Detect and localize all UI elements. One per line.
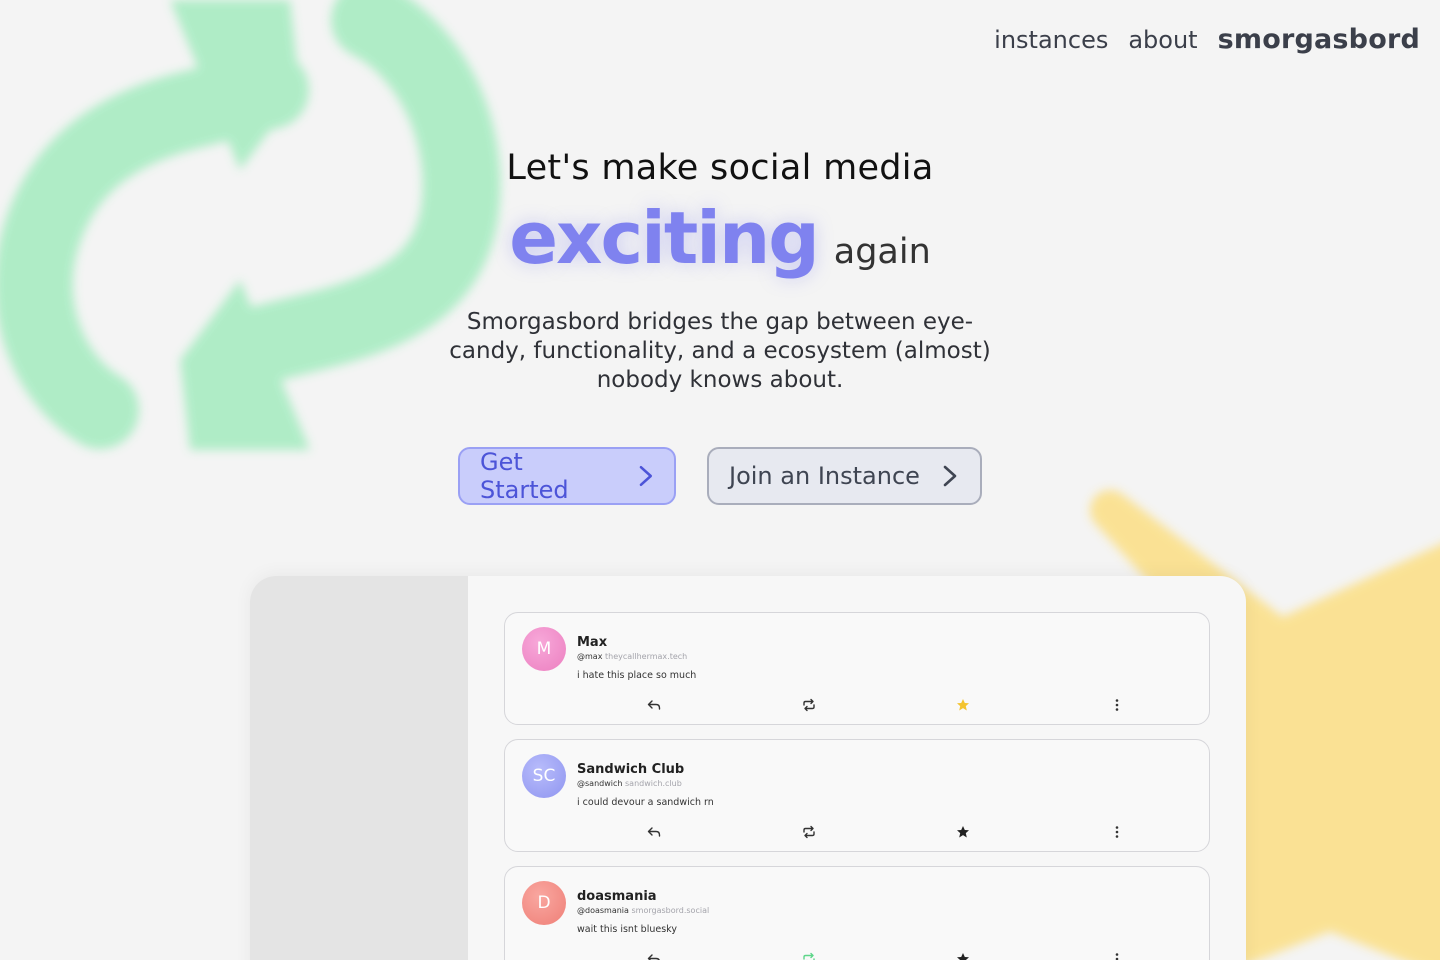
- favorite-star-icon[interactable]: [953, 695, 973, 715]
- handle: @doasmania: [577, 906, 629, 915]
- handle: @max: [577, 652, 603, 661]
- handle-domain: theycallhermax.tech: [604, 652, 688, 661]
- post-author-handle: @max theycallhermax.tech: [577, 652, 687, 661]
- chevron-right-icon: [943, 465, 957, 487]
- preview-feed: M Max @max theycallhermax.tech i hate th…: [504, 612, 1210, 960]
- more-options-icon[interactable]: [1107, 949, 1127, 960]
- favorite-star-icon[interactable]: [953, 949, 973, 960]
- handle-domain: sandwich.club: [625, 779, 682, 788]
- nav-link-about[interactable]: about: [1128, 26, 1197, 54]
- highlight-word: exciting: [509, 196, 820, 280]
- post-actions: [505, 822, 1209, 842]
- join-instance-label: Join an Instance: [729, 462, 920, 490]
- headline: Let's make social media: [506, 148, 934, 188]
- favorite-star-icon[interactable]: [953, 822, 973, 842]
- post-card[interactable]: M Max @max theycallhermax.tech i hate th…: [504, 612, 1210, 725]
- more-options-icon[interactable]: [1107, 822, 1127, 842]
- reply-icon[interactable]: [644, 822, 664, 842]
- post-card[interactable]: D doasmania @doasmania smorgasbord.socia…: [504, 866, 1210, 960]
- reply-icon[interactable]: [644, 695, 664, 715]
- cta-row: Get Started Join an Instance: [0, 447, 1440, 505]
- hero: Let's make social media exciting again S…: [0, 148, 1440, 395]
- app-preview: M Max @max theycallhermax.tech i hate th…: [250, 576, 1246, 960]
- top-nav: instances about smorgasbord: [994, 24, 1420, 55]
- handle: @sandwich: [577, 779, 623, 788]
- repost-icon[interactable]: [799, 695, 819, 715]
- handle-domain: smorgasbord.social: [631, 906, 710, 915]
- highlight-suffix: again: [833, 232, 931, 272]
- post-actions: [505, 949, 1209, 960]
- post-body: wait this isnt bluesky: [577, 924, 677, 935]
- more-options-icon[interactable]: [1107, 695, 1127, 715]
- avatar-initials: SC: [532, 766, 556, 786]
- post-body: i hate this place so much: [577, 670, 697, 681]
- landing-page: instances about smorgasbord Let's make s…: [0, 0, 1440, 960]
- chevron-right-icon: [639, 465, 653, 487]
- avatar-initials: M: [536, 639, 552, 659]
- get-started-label: Get Started: [480, 448, 569, 504]
- post-card[interactable]: SC Sandwich Club @sandwich sandwich.club…: [504, 739, 1210, 852]
- avatar[interactable]: M: [522, 627, 566, 671]
- preview-sidebar: [250, 576, 468, 960]
- avatar[interactable]: SC: [522, 754, 566, 798]
- post-actions: [505, 695, 1209, 715]
- headline-highlight-row: exciting again: [0, 196, 1440, 286]
- post-author-handle: @doasmania smorgasbord.social: [577, 906, 709, 915]
- post-body: i could devour a sandwich rn: [577, 797, 714, 808]
- brand-logo[interactable]: smorgasbord: [1218, 24, 1420, 55]
- nav-link-instances[interactable]: instances: [994, 26, 1108, 54]
- post-author-handle: @sandwich sandwich.club: [577, 779, 682, 788]
- avatar-initials: D: [537, 893, 551, 913]
- post-author-name[interactable]: Sandwich Club: [577, 762, 684, 777]
- post-author-name[interactable]: doasmania: [577, 889, 657, 904]
- get-started-button[interactable]: Get Started: [458, 447, 676, 505]
- repost-icon[interactable]: [799, 949, 819, 960]
- avatar[interactable]: D: [522, 881, 566, 925]
- post-author-name[interactable]: Max: [577, 635, 607, 650]
- join-instance-button[interactable]: Join an Instance: [707, 447, 982, 505]
- reply-icon[interactable]: [644, 949, 664, 960]
- repost-icon[interactable]: [799, 822, 819, 842]
- hero-subtitle: Smorgasbord bridges the gap between eye-…: [449, 309, 991, 393]
